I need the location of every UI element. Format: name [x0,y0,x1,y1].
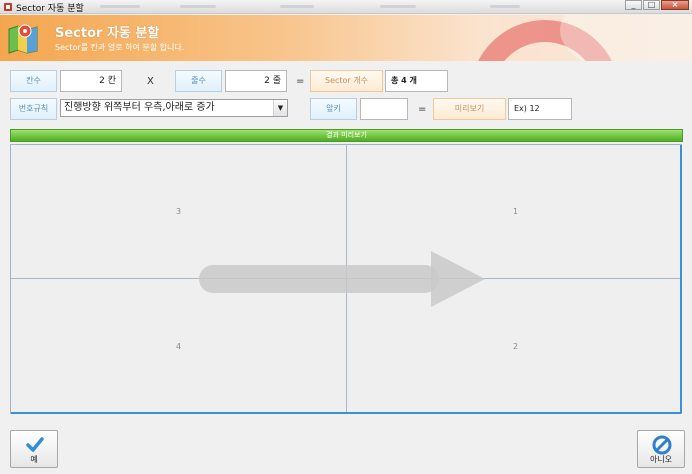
cols-label: 칸수 [10,70,57,92]
preview-edge-right [680,145,682,413]
maximize-icon: □ [647,0,656,9]
title-decoration [280,5,314,8]
numbering-select[interactable]: 진행방향 위쪽부터 우측,아래로 증가 ▼ [60,99,288,117]
header-title: Sector 자동 분할 [55,26,160,41]
preview-area: 3 1 4 2 [10,144,682,414]
prefix-input[interactable] [360,98,408,120]
window-title: Sector 자동 분할 [16,4,84,14]
app-icon [4,3,12,11]
header-decoration [560,15,692,61]
cell-number: 4 [176,342,182,351]
numbering-select-value: 진행방향 위쪽부터 우측,아래로 증가 [64,102,215,113]
cell-number: 3 [176,207,182,216]
title-decoration [180,5,216,8]
minimize-icon: _ [631,0,636,9]
no-button-label: 아니오 [649,455,673,464]
check-icon [26,437,44,452]
title-decoration [380,5,416,8]
title-decoration [490,5,520,8]
close-button[interactable]: × [661,0,689,10]
numbering-label: 번호규칙 [10,98,57,120]
dropdown-arrow-icon[interactable]: ▼ [273,100,287,116]
cols-input[interactable]: 2 칸 [60,70,122,92]
header-banner: Sector 자동 분할 Sector를 칸과 열로 하여 분할 합니다. [0,15,692,61]
rows-input[interactable]: 2 줄 [225,70,287,92]
header-subtitle: Sector를 칸과 열로 하여 분할 합니다. [55,43,185,52]
cell-number: 1 [513,207,519,216]
yes-button[interactable]: 예 [10,430,58,468]
title-decoration [100,5,140,8]
preview-header-bar: 결과 미리보기 [10,129,683,142]
sector-count-label: Sector 개수 [310,70,383,92]
close-icon: × [671,0,679,9]
prefix-label: 앞키 [310,98,357,120]
preview-value: Ex) 12 [508,98,572,120]
title-bar: Sector 자동 분할 _ □ × [0,0,692,14]
cancel-icon [652,435,672,455]
yes-button-label: 예 [30,455,38,464]
preview-edge-bottom [11,412,681,414]
minimize-button[interactable]: _ [625,0,642,10]
equals-operator-2: = [418,104,427,115]
sector-count-value: 총 4 개 [385,70,448,92]
preview-label: 미리보기 [433,98,506,120]
maximize-button[interactable]: □ [643,0,660,10]
rows-label: 줄수 [175,70,222,92]
equals-operator: = [296,76,305,87]
map-icon [8,24,38,54]
direction-arrow-icon [199,251,485,307]
multiply-operator: X [147,76,154,87]
no-button[interactable]: 아니오 [637,430,685,468]
cell-number: 2 [513,342,519,351]
